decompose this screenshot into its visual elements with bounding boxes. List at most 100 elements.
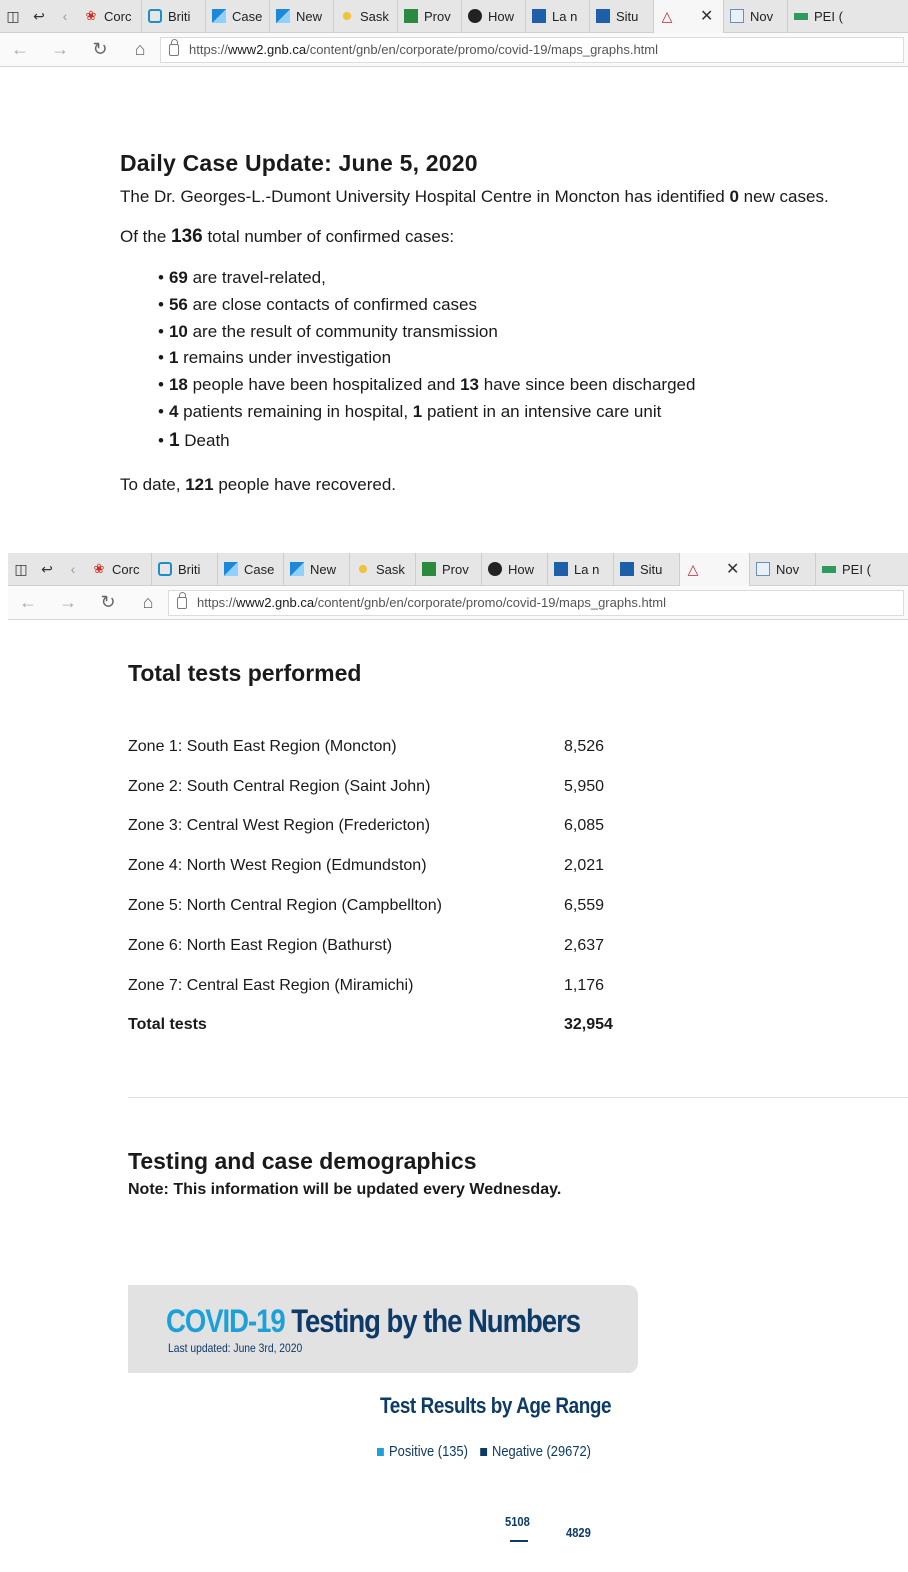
infographic-updated: Last updated: June 3rd, 2020 [168,1341,303,1355]
browser-chrome-top: ◫ ↩ ‹ ❀ Corc Briti Case New Sask Prov How… [0,0,908,67]
infographic-banner: COVID-19 Testing by the Numbers Last upd… [128,1285,638,1373]
browser-tab[interactable]: Nov [724,0,788,33]
hospital-statement: The Dr. Georges-L.-Dumont University Hos… [120,187,829,206]
browser-tab[interactable]: How [482,552,548,586]
negative-swatch [479,1447,487,1456]
tab-label: Corc [112,561,140,577]
table-row: Zone 4: North West Region (Edmundston) 2,… [128,857,605,875]
browser-tab[interactable]: Nov [750,552,816,586]
browser-tab[interactable]: Case [218,552,284,586]
tab-actions-icon[interactable]: ◫ [8,553,34,586]
table-row: Zone 3: Central West Region (Fredericton… [128,817,605,835]
list-item: 10 are the result of community transmiss… [158,319,900,346]
close-tab-icon[interactable]: ✕ [726,559,739,579]
tab-label: New [310,561,337,577]
browser-chrome-second: ◫ ↩ ‹ ❀ Corc Briti Case New Sask Prov How… [8,552,908,620]
home-icon[interactable]: ⌂ [120,39,160,60]
quebec-favicon-icon [620,562,634,576]
shield-favicon-icon [488,562,502,576]
browser-tab[interactable]: Briti [152,552,218,586]
tab-label: La n [552,8,578,24]
shield-favicon-icon [468,9,482,23]
scroll-tabs-left-icon[interactable]: ‹ [60,553,86,586]
browser-tab[interactable]: How [462,0,526,33]
table-row: Zone 2: South Central Region (Saint John… [128,777,605,795]
browser-tab[interactable]: New [270,0,334,33]
browser-tab[interactable]: ❀ Corc [86,552,152,586]
case-breakdown-list: 69 are travel-related, 56 are close cont… [158,265,900,455]
table-row: Zone 5: North Central Region (Campbellto… [128,897,605,915]
url-input[interactable]: https://www2.gnb.ca/content/gnb/en/corpo… [168,589,904,616]
tab-label: Prov [442,561,469,577]
recovered-statement: To date, 121 people have recovered. [120,474,396,494]
quebec-favicon-icon [554,562,568,576]
table-total-row: Total tests 32,954 [128,1016,613,1034]
list-item: 1 Death [158,428,900,455]
browser-tab[interactable]: Sask [334,0,398,33]
pdf-favicon-icon: △ [661,8,673,24]
maple-leaf-icon: ❀ [93,561,105,576]
browser-tab[interactable]: La n [526,0,590,33]
url-scheme: https:// [197,595,237,610]
set-tabs-aside-icon[interactable]: ↩ [34,553,60,586]
forward-arrow-icon[interactable]: → [48,592,88,613]
browser-tab[interactable]: La n [548,552,614,586]
sask-favicon-icon [340,9,354,23]
browser-tab[interactable]: ❀ Corc [78,0,142,33]
scroll-tabs-left-icon[interactable]: ‹ [52,0,78,33]
infographic-title: COVID-19 Testing by the Numbers [166,1303,581,1339]
tab-label: Prov [424,8,451,24]
total-cases-statement: Of the 136 total number of confirmed cas… [120,226,455,247]
refresh-icon[interactable]: ↻ [80,39,120,60]
pei-favicon-icon [822,562,836,576]
tab-label: Briti [178,561,201,577]
set-tabs-aside-icon[interactable]: ↩ [26,0,52,33]
close-tab-icon[interactable]: ✕ [700,6,713,26]
browser-tab-active[interactable]: △ ✕ [680,552,750,586]
browser-tab[interactable]: Sask [350,552,416,586]
browser-tab-active[interactable]: △ ✕ [654,0,724,33]
chart-favicon-icon [224,562,238,576]
tab-label: La n [574,561,600,577]
pei-favicon-icon [794,9,808,23]
browser-tab[interactable]: PEI ( [788,0,850,33]
tab-actions-icon[interactable]: ◫ [0,0,26,33]
url-path: /content/gnb/en/corporate/promo/covid-19… [314,595,666,610]
bar-top-mark [510,1540,528,1542]
legend-positive: Positive (135) [377,1443,468,1460]
tab-bar: ◫ ↩ ‹ ❀ Corc Briti Case New Sask Prov How… [0,0,908,33]
daily-update-title: Daily Case Update: June 5, 2020 [120,150,478,176]
home-icon[interactable]: ⌂ [128,592,168,613]
lock-icon [177,591,187,609]
url-input[interactable]: https://www2.gnb.ca/content/gnb/en/corpo… [160,36,904,63]
list-item: 1 remains under investigation [158,345,900,372]
sask-favicon-icon [356,562,370,576]
lock-icon [169,38,179,56]
total-tests-title: Total tests performed [128,660,362,686]
browser-tab[interactable]: Prov [398,0,462,33]
demographics-section: Testing and case demographics Note: This… [128,1148,561,1199]
browser-tab[interactable]: PEI ( [816,553,872,586]
nova-scotia-favicon-icon [730,9,744,23]
url-host: www2.gnb.ca [236,595,315,610]
chart-favicon-icon [276,9,290,23]
maple-leaf-icon: ❀ [85,8,97,23]
back-arrow-icon[interactable]: ← [8,592,48,613]
bar-value-label: 4829 [566,1525,591,1540]
browser-tab[interactable]: Situ [590,0,654,33]
tab-label: Briti [168,8,191,24]
browser-tab[interactable]: Prov [416,552,482,586]
back-arrow-icon[interactable]: ← [0,39,40,60]
address-bar: ← → ↻ ⌂ https://www2.gnb.ca/content/gnb/… [8,586,908,620]
refresh-icon[interactable]: ↻ [88,592,128,613]
pdf-favicon-icon: △ [687,561,699,577]
browser-tab[interactable]: Situ [614,552,680,586]
chart-legend: Positive (135) Negative (29672) [377,1443,603,1460]
table-row: Zone 6: North East Region (Bathurst) 2,63… [128,936,605,954]
positive-swatch [377,1447,384,1456]
tab-label: Sask [376,561,405,577]
browser-tab[interactable]: New [284,552,350,586]
forward-arrow-icon[interactable]: → [40,39,80,60]
browser-tab[interactable]: Briti [142,0,206,33]
browser-tab[interactable]: Case [206,0,270,33]
